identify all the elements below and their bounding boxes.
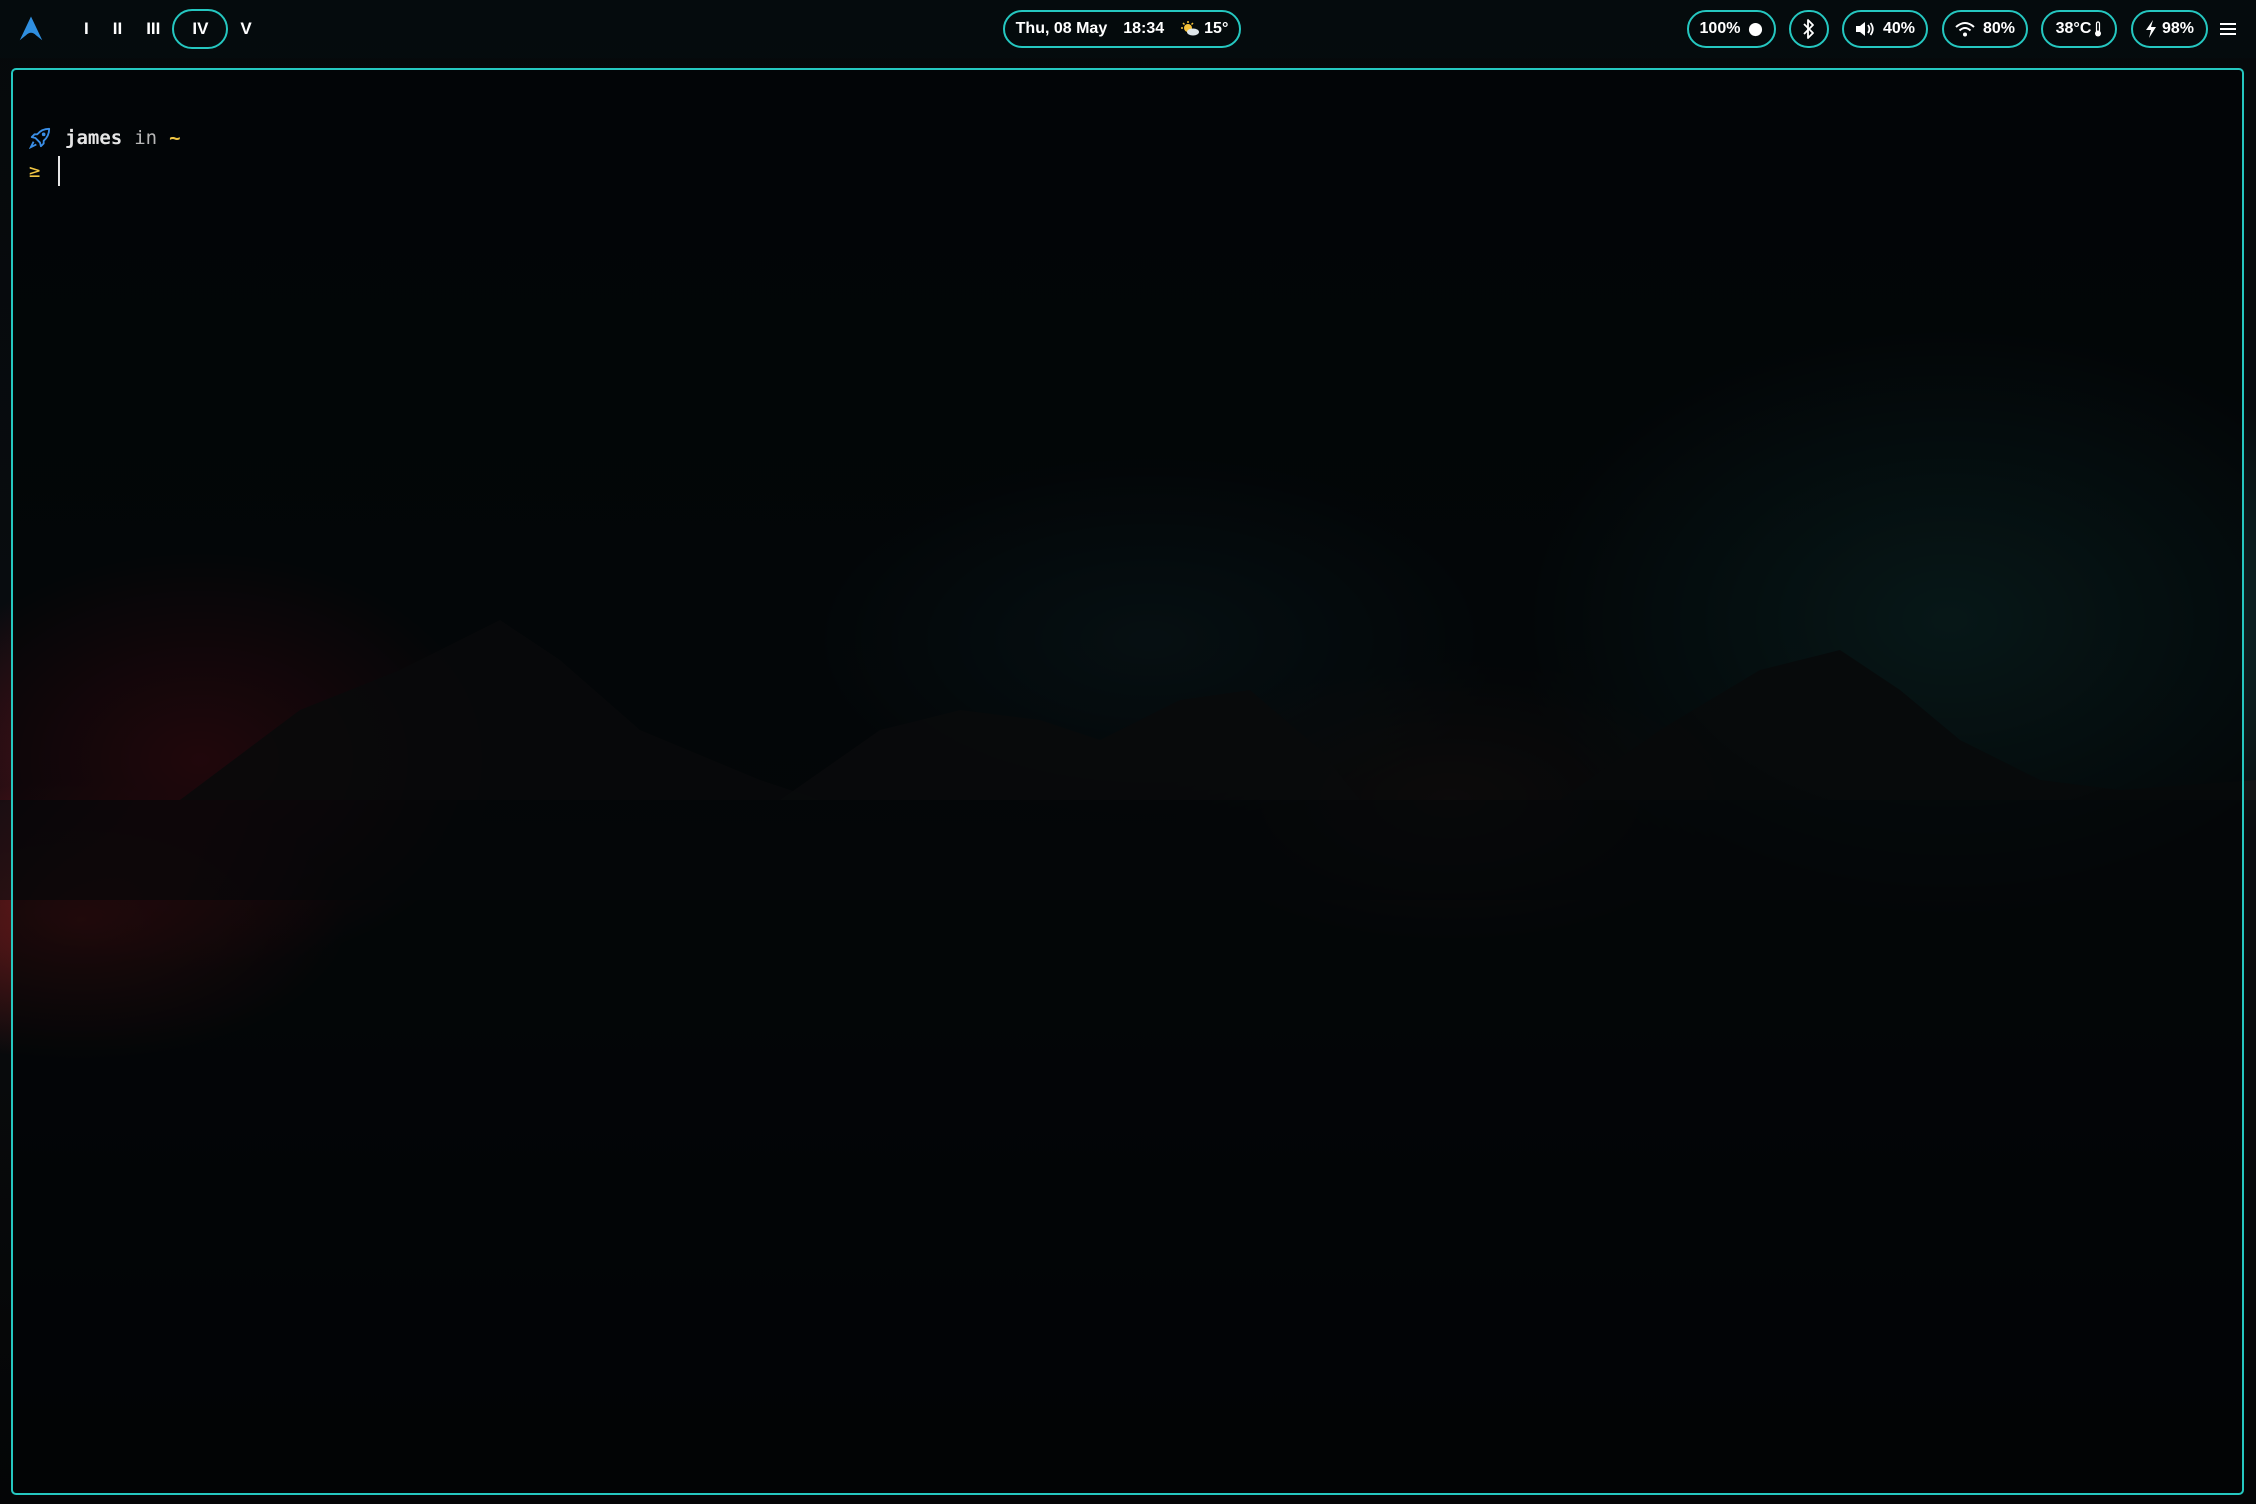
- clock-widget[interactable]: Thu, 08 May 18:34 15°: [1003, 10, 1241, 48]
- volume-icon: [1855, 22, 1874, 36]
- wifi-icon: [1955, 22, 1975, 37]
- brightness-value: 100%: [1699, 20, 1741, 37]
- volume-value: 40%: [1882, 20, 1916, 37]
- top-bar: I II III IV V Thu, 08 May 18:34 15° 100%…: [0, 0, 2256, 58]
- charging-bolt-icon: [2145, 20, 2156, 38]
- workspace-1[interactable]: I: [72, 9, 101, 49]
- prompt-in-word: in: [134, 127, 158, 149]
- wifi-widget[interactable]: 80%: [1942, 10, 2028, 48]
- workspace-2[interactable]: II: [101, 9, 134, 49]
- workspace-3[interactable]: III: [134, 9, 172, 49]
- cpu-temperature-value: 38°C: [2055, 20, 2092, 37]
- arch-linux-icon[interactable]: [16, 14, 46, 44]
- wifi-value: 80%: [1982, 20, 2016, 37]
- sun-cloud-icon: [1181, 21, 1200, 36]
- prompt-directory: ~: [169, 127, 181, 149]
- volume-widget[interactable]: 40%: [1842, 10, 1928, 48]
- bluetooth-icon: [1803, 19, 1814, 39]
- brightness-widget[interactable]: 100%: [1687, 10, 1776, 48]
- battery-widget[interactable]: 98%: [2131, 10, 2208, 48]
- text-cursor: [58, 156, 61, 186]
- workspace-switcher: I II III IV V: [16, 8, 264, 50]
- brightness-dot-icon: [1749, 22, 1763, 36]
- prompt-symbol: ≥: [29, 160, 41, 182]
- weather-temperature: 15°: [1204, 20, 1229, 37]
- battery-value: 98%: [2161, 20, 2195, 37]
- rocket-icon: [29, 127, 51, 149]
- workspace-5[interactable]: V: [228, 9, 263, 49]
- prompt-username: james: [65, 127, 123, 149]
- prompt-input-line[interactable]: ≥: [29, 153, 61, 189]
- thermometer-icon: [2095, 21, 2102, 37]
- terminal-window[interactable]: james in ~ ≥: [11, 68, 2244, 1495]
- cpu-temperature-widget[interactable]: 38°C: [2041, 10, 2117, 48]
- bluetooth-widget[interactable]: [1789, 10, 1829, 48]
- hamburger-menu-icon[interactable]: [2216, 20, 2240, 38]
- workspace-4-active[interactable]: IV: [172, 9, 229, 49]
- clock-date: Thu, 08 May: [1015, 20, 1108, 37]
- clock-time: 18:34: [1123, 20, 1165, 37]
- prompt-info-line: james in ~: [29, 124, 181, 152]
